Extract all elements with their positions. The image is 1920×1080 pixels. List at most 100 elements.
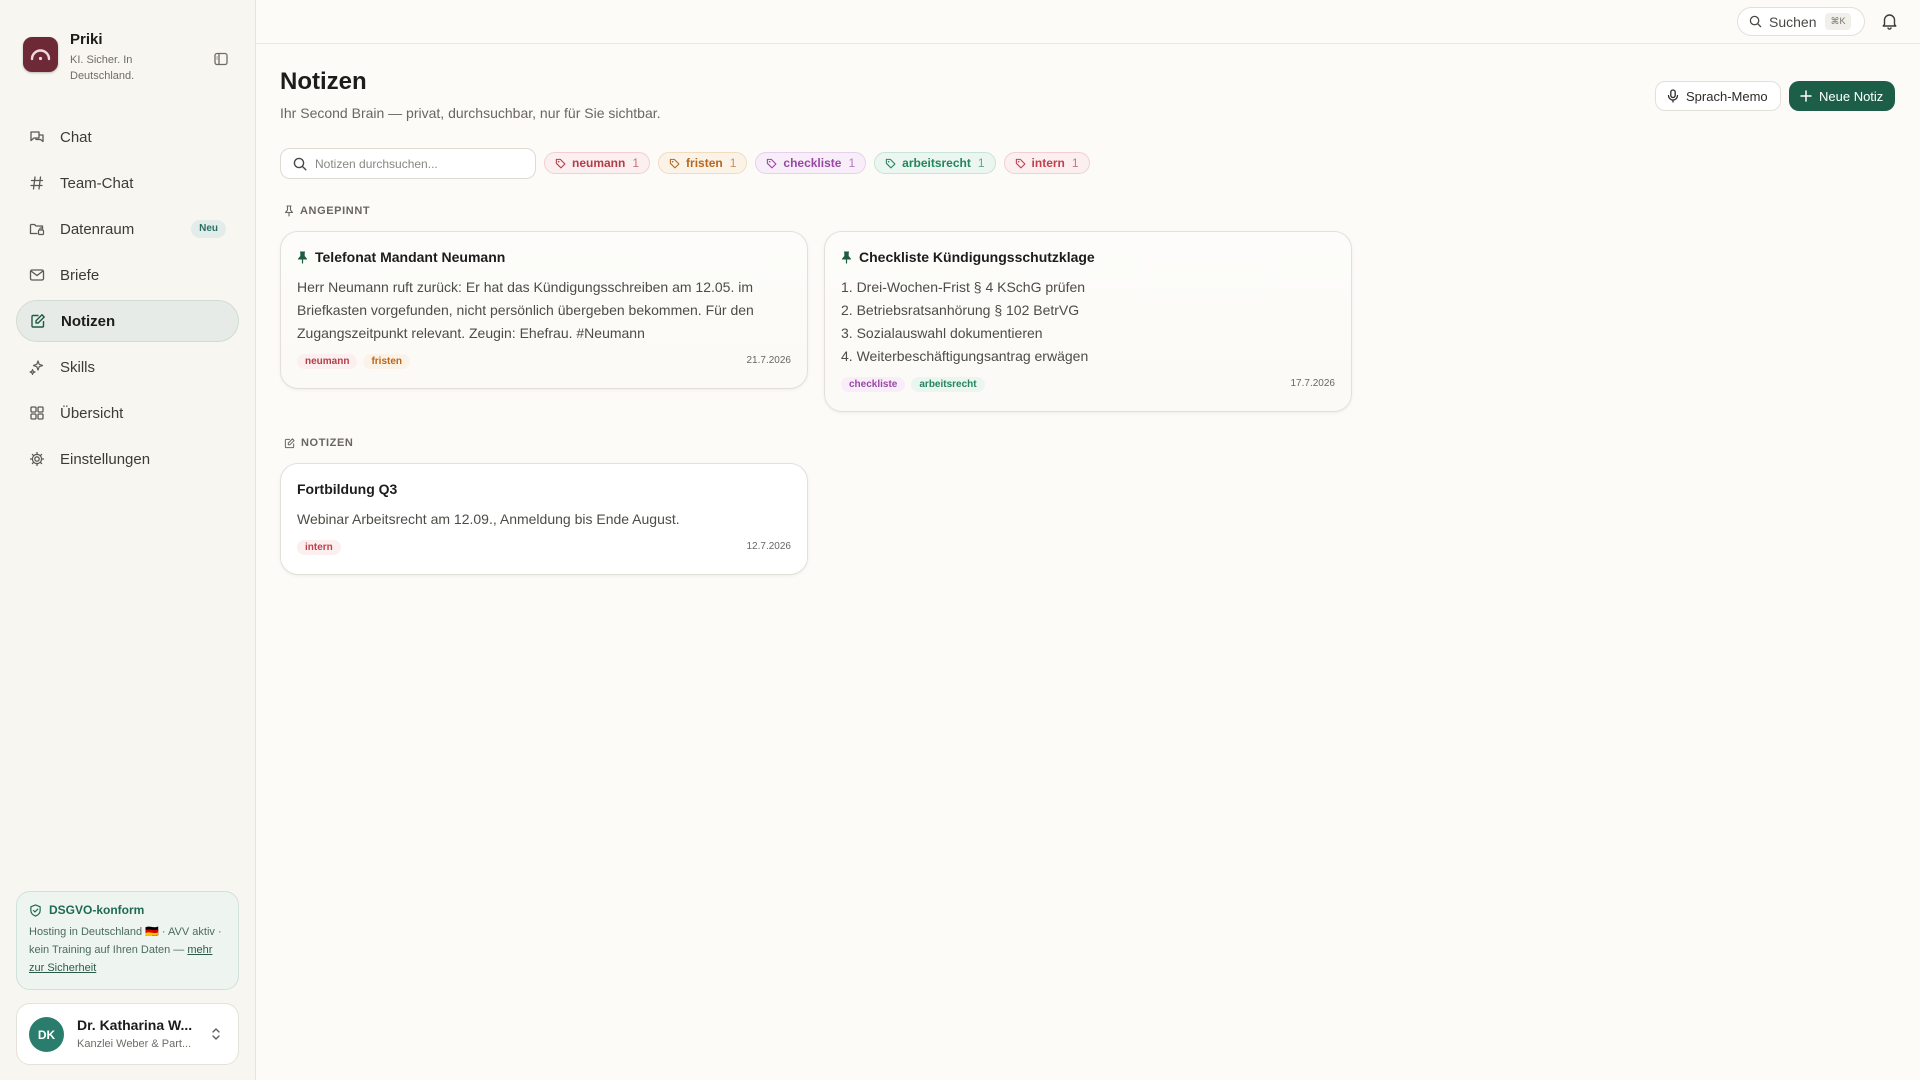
plus-icon — [1800, 90, 1812, 102]
tag-filter-fristen[interactable]: fristen 1 — [658, 152, 748, 174]
note-title: Checkliste Kündigungsschutzklage — [841, 248, 1335, 266]
note-tag[interactable]: checkliste — [841, 377, 906, 392]
sidebar-item-label: Datenraum — [60, 220, 135, 238]
sidebar-item-label: Skills — [60, 358, 96, 376]
tag-icon — [555, 158, 566, 168]
user-organization: Kanzlei Weber & Part... — [77, 1038, 192, 1050]
gdpr-title: DSGVO-konform — [29, 903, 226, 917]
note-icon — [284, 437, 295, 448]
new-badge: Neu — [191, 220, 226, 238]
tag-count: 1 — [977, 156, 985, 170]
note-date: 21.7.2026 — [746, 355, 792, 366]
note-footer: checkliste arbeitsrecht 17.7.2026 — [841, 377, 1335, 393]
sparkle-icon — [28, 358, 46, 376]
tag-icon — [767, 158, 777, 168]
sidebar-item-einstellungen[interactable]: Einstellungen — [16, 438, 239, 480]
sidebar-item-skills[interactable]: Skills — [16, 346, 239, 388]
chevron-up-down-icon — [211, 1027, 221, 1041]
hash-icon — [28, 174, 46, 192]
bell-icon — [1882, 14, 1897, 30]
tag-count: 1 — [1071, 156, 1079, 170]
page-subtitle: Ihr Second Brain — privat, durchsuchbar,… — [280, 105, 661, 121]
sidebar-item-label: Chat — [60, 128, 92, 146]
user-name: Dr. Katharina W... — [77, 1017, 193, 1033]
topbar: Suchen ⌘K — [256, 0, 1920, 44]
tag-count: 1 — [729, 156, 737, 170]
app-logo — [23, 37, 58, 72]
sidebar-item-label: Einstellungen — [60, 450, 151, 468]
new-note-button[interactable]: Neue Notiz — [1789, 81, 1895, 111]
voice-memo-button[interactable]: Sprach-Memo — [1655, 81, 1781, 111]
sidebar-item-chat[interactable]: Chat — [16, 116, 239, 158]
note-title: Fortbildung Q3 — [297, 481, 398, 497]
app-name: Priki — [70, 31, 103, 48]
collapse-sidebar-button[interactable] — [209, 47, 233, 71]
gear-icon — [28, 450, 46, 468]
section-notes-label: NOTIZEN — [284, 437, 353, 449]
sidebar-toggle-icon — [214, 52, 228, 66]
sidebar-item-briefe[interactable]: Briefe — [16, 254, 239, 296]
pin-filled-icon — [298, 251, 307, 264]
section-pinned-label: ANGEPINNT — [284, 205, 370, 217]
pin-icon — [284, 205, 294, 217]
grid-icon — [28, 404, 46, 422]
tag-icon — [1015, 158, 1025, 168]
sidebar-item-label: Übersicht — [60, 404, 124, 422]
checklist-line: 2. Betriebsratsanhörung § 102 BetrVG — [841, 302, 1080, 318]
app-tagline: KI. Sicher. In Deutschland. — [70, 54, 135, 82]
user-account-switcher[interactable]: DK Dr. Katharina W... Kanzlei Weber & Pa… — [16, 1003, 239, 1065]
brand: Priki KI. Sicher. In Deutschland. — [23, 30, 239, 86]
note-card[interactable]: Fortbildung Q3 Webinar Arbeitsrecht am 1… — [280, 463, 808, 575]
note-tag[interactable]: intern — [297, 540, 341, 555]
checklist-line: 4. Weiterbeschäftigungsantrag erwägen — [841, 348, 1089, 364]
tag-icon — [885, 158, 896, 168]
notes-search-input[interactable] — [315, 156, 515, 171]
checklist-line: 3. Sozialauswahl dokumentieren — [841, 325, 1043, 341]
tag-filter-arbeitsrecht[interactable]: arbeitsrecht 1 — [874, 152, 996, 174]
note-date: 17.7.2026 — [1290, 378, 1336, 389]
note-tag[interactable]: neumann — [297, 354, 358, 369]
note-date: 12.7.2026 — [746, 541, 792, 552]
sidebar-item-notizen[interactable]: Notizen — [16, 300, 239, 342]
note-body: Herr Neumann ruft zurück: Er hat das Kün… — [297, 279, 754, 341]
search-icon — [293, 157, 307, 171]
folder-icon — [28, 220, 46, 238]
tag-filter-checkliste[interactable]: checkliste 1 — [755, 152, 867, 174]
avatar: DK — [29, 1017, 64, 1052]
note-tag[interactable]: arbeitsrecht — [911, 377, 985, 392]
sidebar-item-label: Team-Chat — [60, 174, 134, 192]
sidebar: Priki KI. Sicher. In Deutschland. Chat T… — [0, 0, 256, 1080]
note-tag[interactable]: fristen — [363, 354, 411, 369]
tag-filter-neumann[interactable]: neumann 1 — [544, 152, 651, 174]
note-footer: intern 12.7.2026 — [297, 540, 791, 556]
sidebar-item-datenraum[interactable]: Datenraum Neu — [16, 208, 239, 250]
search-label: Suchen — [1769, 13, 1817, 30]
chat-icon — [28, 128, 46, 146]
sidebar-nav: Chat Team-Chat Datenraum Neu Briefe Noti… — [16, 116, 239, 484]
sidebar-item-team-chat[interactable]: Team-Chat — [16, 162, 239, 204]
sidebar-item-uebersicht[interactable]: Übersicht — [16, 392, 239, 434]
global-search-button[interactable]: Suchen ⌘K — [1737, 7, 1865, 36]
main-content: Notizen Ihr Second Brain — privat, durch… — [280, 44, 1896, 1080]
notes-search[interactable] — [280, 148, 536, 179]
tag-filter-intern[interactable]: intern 1 — [1003, 152, 1090, 174]
note-card[interactable]: Telefonat Mandant Neumann Herr Neumann r… — [280, 231, 808, 389]
note-body: 1. Drei-Wochen-Frist § 4 KSchG prüfen 2.… — [841, 276, 1335, 368]
note-footer: neumann fristen 21.7.2026 — [297, 354, 791, 370]
shield-check-icon — [30, 903, 41, 917]
notifications-button[interactable] — [1881, 12, 1898, 30]
page-title: Notizen — [280, 68, 367, 95]
gdpr-info-box: DSGVO-konform Hosting in Deutschland 🇩🇪 … — [16, 891, 239, 990]
tag-filter-bar: neumann 1 fristen 1 checkliste 1 arbeitsrec… — [544, 152, 1098, 174]
search-icon — [1749, 15, 1762, 28]
mail-icon — [28, 266, 46, 284]
checklist-line: 1. Drei-Wochen-Frist § 4 KSchG prüfen — [841, 279, 1086, 295]
keyboard-shortcut: ⌘K — [1825, 13, 1851, 30]
tag-count: 1 — [848, 156, 856, 170]
note-title: Telefonat Mandant Neumann — [297, 248, 791, 266]
note-card[interactable]: Checkliste Kündigungsschutzklage 1. Drei… — [824, 231, 1352, 412]
edit-note-icon — [29, 312, 47, 330]
pin-filled-icon — [842, 251, 851, 264]
tag-count: 1 — [632, 156, 640, 170]
note-body: Webinar Arbeitsrecht am 12.09., Anmeldun… — [297, 511, 680, 527]
